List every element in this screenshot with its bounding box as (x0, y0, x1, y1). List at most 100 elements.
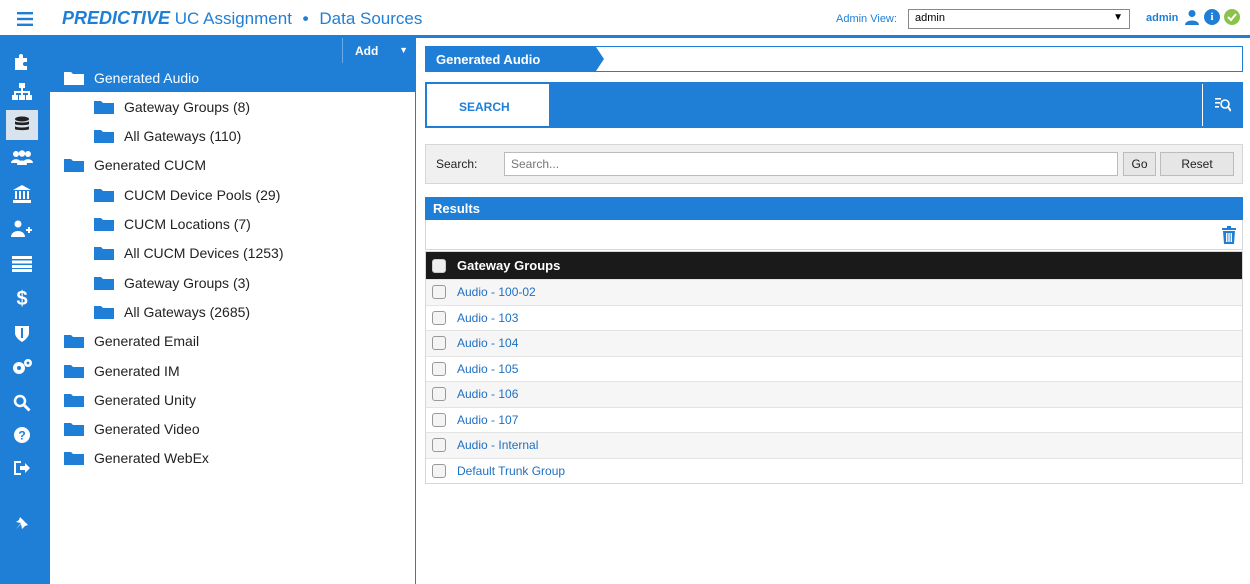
tree-item[interactable]: CUCM Locations (7) (50, 210, 416, 239)
admin-view-value: admin (915, 12, 945, 24)
chevron-down-icon: ▼ (1113, 12, 1123, 23)
tree-item[interactable]: Generated Email (50, 327, 416, 356)
folder-icon (94, 276, 114, 290)
tree-item-label: All CUCM Devices (1253) (124, 245, 284, 262)
tree-item[interactable]: Generated WebEx (50, 444, 416, 473)
tree-item[interactable]: All CUCM Devices (1253) (50, 239, 416, 268)
hamburger-menu-icon[interactable] (0, 0, 50, 38)
table-row: Audio - 107 (426, 406, 1242, 433)
search-icon[interactable] (6, 388, 38, 418)
gateway-group-link[interactable]: Audio - 103 (457, 311, 518, 325)
tree-item-label: CUCM Device Pools (29) (124, 186, 281, 203)
puzzle-icon[interactable] (6, 46, 38, 76)
gateway-group-link[interactable]: Audio - Internal (457, 438, 538, 452)
trash-icon[interactable] (1222, 226, 1238, 244)
list-icon[interactable] (6, 249, 38, 279)
folder-icon (94, 217, 114, 231)
tree-item[interactable]: Generated IM (50, 356, 416, 385)
breadcrumb: Generated Audio (425, 46, 1243, 72)
select-all-checkbox[interactable] (432, 258, 446, 273)
tree-item[interactable]: All Gateways (110) (50, 122, 416, 151)
chevron-down-icon: ▼ (399, 45, 408, 55)
tree-item[interactable]: Generated CUCM (50, 151, 416, 180)
row-checkbox[interactable] (432, 463, 446, 478)
current-user[interactable]: admin (1146, 12, 1178, 24)
grid-header-row: Gateway Groups (426, 252, 1242, 279)
database-icon[interactable] (6, 110, 38, 140)
table-row: Audio - 105 (426, 355, 1242, 382)
building-icon[interactable] (6, 179, 38, 209)
cogs-icon[interactable] (6, 352, 38, 382)
reset-button[interactable]: Reset (1160, 152, 1234, 176)
tree-item[interactable]: Gateway Groups (8) (50, 92, 416, 121)
gateway-group-link[interactable]: Audio - 106 (457, 387, 518, 401)
tree-item[interactable]: Generated Unity (50, 385, 416, 414)
gateway-group-link[interactable]: Audio - 100-02 (457, 285, 536, 299)
tree-item-label: CUCM Locations (7) (124, 216, 251, 232)
gateway-group-link[interactable]: Default Trunk Group (457, 464, 565, 478)
row-checkbox[interactable] (432, 387, 446, 402)
sitemap-icon[interactable] (6, 77, 38, 107)
breadcrumb-arrow (596, 47, 604, 71)
table-row: Audio - Internal (426, 432, 1242, 458)
table-row: Audio - 104 (426, 330, 1242, 356)
tab-search[interactable]: SEARCH (427, 84, 549, 126)
gateway-group-link[interactable]: Audio - 104 (457, 336, 518, 350)
tree-item-label: Generated WebEx (94, 450, 209, 467)
table-row: Audio - 106 (426, 381, 1242, 407)
shield-icon[interactable] (6, 319, 38, 349)
gateway-group-link[interactable]: Audio - 107 (457, 413, 518, 427)
product-name: UC Assignment (174, 9, 292, 28)
info-icon[interactable]: i (1204, 9, 1220, 25)
breadcrumb-item[interactable]: Generated Audio (426, 47, 596, 71)
folder-icon (64, 393, 84, 407)
tree-item[interactable]: CUCM Device Pools (29) (50, 180, 416, 209)
tree-item-label: Generated Video (94, 421, 200, 438)
results-toolbar (425, 220, 1243, 250)
row-checkbox[interactable] (432, 285, 446, 300)
results-header: Results (425, 197, 1243, 220)
row-checkbox[interactable] (432, 361, 446, 376)
search-input[interactable] (504, 152, 1118, 176)
row-checkbox[interactable] (432, 438, 446, 453)
users-icon[interactable] (6, 144, 38, 174)
folder-icon (94, 100, 114, 114)
pin-icon[interactable] (6, 508, 38, 538)
table-row: Audio - 100-02 (426, 279, 1242, 305)
top-header: PREDICTIVE UC Assignment • Data Sources … (0, 0, 1250, 38)
check-icon[interactable] (1224, 9, 1240, 25)
tree-item-label: Generated Audio (94, 69, 200, 86)
icon-rail: $ ? (0, 38, 50, 584)
svg-text:?: ? (18, 429, 25, 443)
tree-item[interactable]: Generated Audio (50, 63, 416, 92)
tree-item[interactable]: All Gateways (2685) (50, 297, 416, 326)
table-row: Default Trunk Group (426, 457, 1242, 484)
folder-icon (64, 71, 84, 85)
page-title: Data Sources (319, 9, 423, 28)
column-header-gateway-groups[interactable]: Gateway Groups (457, 258, 560, 273)
logout-icon[interactable] (6, 453, 38, 483)
add-user-icon[interactable] (6, 214, 38, 244)
tree-item-label: Generated Unity (94, 391, 196, 408)
tree-header: Add ▼ (50, 38, 416, 63)
add-button[interactable]: Add ▼ (342, 38, 416, 63)
row-checkbox[interactable] (432, 310, 446, 325)
folder-icon (94, 129, 114, 144)
row-checkbox[interactable] (432, 412, 446, 427)
results-grid: Gateway Groups Audio - 100-02 Audio - 103… (425, 251, 1243, 484)
add-button-label: Add (355, 44, 379, 58)
title-separator: • (302, 9, 309, 28)
folder-icon (94, 305, 114, 319)
gateway-group-link[interactable]: Audio - 105 (457, 362, 518, 376)
data-source-tree-panel: Add ▼ Generated Audio Gateway Groups (8) A… (50, 38, 416, 584)
advanced-search-icon[interactable] (1202, 84, 1242, 126)
row-checkbox[interactable] (432, 336, 446, 351)
user-icon[interactable] (1184, 9, 1200, 25)
tree-item-label: All Gateways (110) (124, 128, 242, 145)
dollar-icon[interactable]: $ (6, 284, 38, 314)
go-button[interactable]: Go (1123, 152, 1156, 176)
tree-item[interactable]: Generated Video (50, 415, 416, 444)
help-icon[interactable]: ? (6, 420, 38, 450)
tree-item[interactable]: Gateway Groups (3) (50, 268, 416, 297)
admin-view-select[interactable]: admin ▼ (908, 9, 1130, 29)
